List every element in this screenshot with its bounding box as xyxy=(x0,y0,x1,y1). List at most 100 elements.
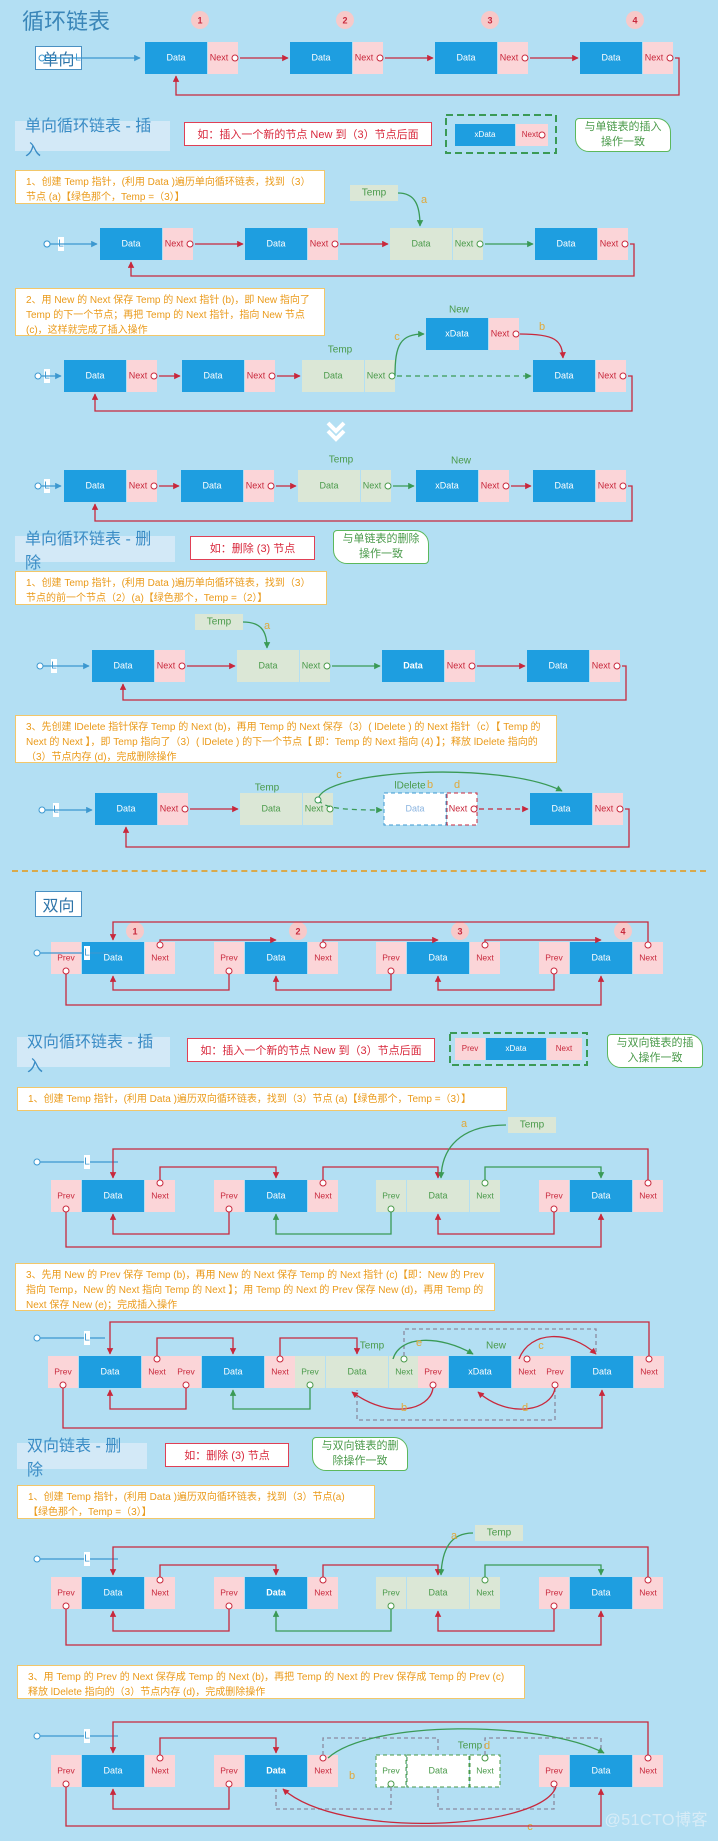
node-next-pointer-dot xyxy=(319,1576,327,1584)
node-data-label: Data xyxy=(456,52,475,62)
node-next-label: Next xyxy=(639,952,657,962)
node-next-pointer-dot xyxy=(619,372,627,380)
prev-pointer-link xyxy=(434,974,555,991)
circular-prev-pointer xyxy=(65,1609,605,1646)
node-data-label: Data xyxy=(103,952,122,962)
node-data-label: Data xyxy=(591,1190,610,1200)
node-next-label: Next xyxy=(600,238,619,248)
node-next-label: Next xyxy=(640,1366,658,1376)
new-node-next-label: Next xyxy=(522,130,539,139)
head-pointer-dot xyxy=(34,372,42,380)
arrow-label-c: c xyxy=(394,331,400,343)
old-prev-pointer-dashed xyxy=(437,1787,555,1810)
node-prev-pointer-dot xyxy=(387,1602,395,1610)
arrow-label-e: e xyxy=(416,1337,422,1349)
node-prev-label: Prev xyxy=(546,1366,564,1376)
node-prev-label: Prev xyxy=(57,1190,75,1200)
node-data-label: Data xyxy=(551,803,570,813)
head-dot xyxy=(33,1334,41,1342)
node-next-pointer-dot xyxy=(319,1179,327,1187)
head-pointer-dot xyxy=(43,240,51,248)
node-prev-pointer-dot xyxy=(550,1780,558,1788)
node-next-pointer-dot xyxy=(156,1576,164,1584)
node-next-label: Next xyxy=(476,1587,494,1597)
temp-label: Temp xyxy=(360,1341,385,1352)
node-data-label: xData xyxy=(445,328,469,338)
node-prev-label: Prev xyxy=(220,952,238,962)
node-data-label: Data xyxy=(203,370,222,380)
head-pointer-dot xyxy=(34,482,42,490)
arrow-label-c: c xyxy=(538,1340,544,1352)
node-prev-pointer-dot xyxy=(387,1205,395,1213)
node-data-label: Data xyxy=(347,1366,366,1376)
node-next-pointer-dot xyxy=(616,805,624,813)
circular-next-pointer xyxy=(109,1546,649,1577)
node-prev-label: Prev xyxy=(382,1587,400,1597)
node-prev-label: Prev xyxy=(382,1190,400,1200)
node-next-pointer-dot xyxy=(644,1754,652,1762)
new-label: New xyxy=(451,456,472,467)
node-number-label: 3 xyxy=(457,926,462,936)
node-data-label: Data xyxy=(166,52,185,62)
pointer-b xyxy=(351,1387,434,1410)
node-data-label: Data xyxy=(411,238,430,248)
next-pointer-link xyxy=(159,1737,280,1755)
head-dot xyxy=(33,949,41,957)
arrow-label-c: c xyxy=(336,769,342,781)
prev-pointer-link xyxy=(272,974,392,991)
next-pointer-link xyxy=(279,1337,361,1356)
node-next-pointer-dot xyxy=(150,482,158,490)
old-next-pointer-dashed xyxy=(484,1737,602,1755)
node-data-label: Data xyxy=(592,1366,611,1376)
node-data-label: Data xyxy=(591,1765,610,1775)
node-next-label: Next xyxy=(598,480,617,490)
node-data-label: Data xyxy=(266,952,285,962)
node-prev-pointer-dot xyxy=(387,967,395,975)
next-pointer-link xyxy=(484,1166,605,1180)
node-prev-label: Prev xyxy=(220,1765,238,1775)
node-data-label: Data xyxy=(548,660,567,670)
node-data-label: Data xyxy=(405,803,424,813)
head-pointer-label: L xyxy=(84,1731,90,1742)
node-next-pointer-dot xyxy=(645,1355,653,1363)
pointer-d xyxy=(477,1387,556,1410)
node-next-label: Next xyxy=(129,370,148,380)
node-next-pointer-dot xyxy=(384,482,392,490)
node-data-label: Data xyxy=(85,480,104,490)
circular-prev-pointer xyxy=(65,1212,605,1248)
node-next-label: Next xyxy=(363,480,382,490)
node-next-pointer-dot xyxy=(613,662,621,670)
node-next-pointer-dot xyxy=(153,1355,161,1363)
node-next-pointer-dot xyxy=(156,941,164,949)
node-data-label: Data xyxy=(554,370,573,380)
node-data-label: Data xyxy=(428,952,447,962)
node-next-pointer-dot xyxy=(644,1576,652,1584)
node-next-pointer-dot xyxy=(644,941,652,949)
next-pointer-link xyxy=(322,1564,442,1577)
node-next-label: Next xyxy=(645,52,664,62)
node-data-label: Data xyxy=(556,238,575,248)
prev-pointer-link xyxy=(272,1609,392,1632)
arrow-label-d: d xyxy=(484,1740,490,1752)
node-prev-label: Prev xyxy=(545,952,563,962)
pointer-c xyxy=(518,1335,597,1360)
node-next-pointer-dot xyxy=(481,1754,489,1762)
node-prev-pointer-dot xyxy=(306,1381,314,1389)
node-next-pointer-dot xyxy=(156,1179,164,1187)
node-data-label: Data xyxy=(261,803,280,813)
node-next-pointer-dot xyxy=(468,662,476,670)
node-data-label: xData xyxy=(468,1366,492,1376)
node-next-label: Next xyxy=(491,328,510,338)
head-pointer-dot xyxy=(38,54,46,62)
node-next-pointer-dot xyxy=(388,372,396,380)
node-prev-pointer-dot xyxy=(550,1602,558,1610)
head-dot xyxy=(33,1732,41,1740)
new-node-data-label: xData xyxy=(506,1044,527,1053)
node-next-pointer-dot xyxy=(481,941,489,949)
head-pointer-dot xyxy=(36,662,44,670)
node-next-label: Next xyxy=(160,803,179,813)
node-prev-label: Prev xyxy=(177,1366,195,1376)
next-pointer-link xyxy=(156,1337,237,1356)
node-prev-label: Prev xyxy=(382,1765,400,1775)
prev-pointer-link xyxy=(109,1787,230,1810)
